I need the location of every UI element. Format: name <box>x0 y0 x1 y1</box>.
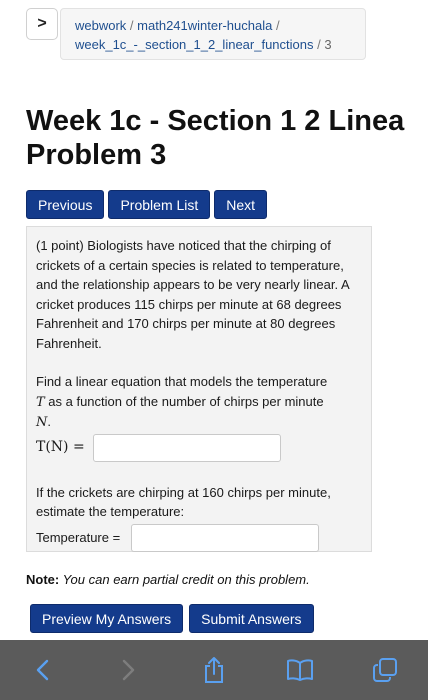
temperature-answer-input[interactable] <box>131 523 319 552</box>
breadcrumb-separator: / <box>129 18 134 33</box>
breadcrumb-separator: / <box>317 37 321 52</box>
previous-button[interactable]: Previous <box>26 190 105 219</box>
math-var-N: N <box>36 415 48 430</box>
page-title-line1: Week 1c - Section 1 2 Linea <box>26 105 405 137</box>
breadcrumb-separator: / <box>275 18 280 33</box>
question-1-text: as a function of the number of chirps pe… <box>44 393 324 409</box>
problem-text-line: (1 point) Biologists have noticed that t… <box>36 238 331 253</box>
answer-actions: Preview My Answers Submit Answers <box>30 604 314 633</box>
breadcrumb: webwork / math241winter-huchala / week_1… <box>60 8 366 60</box>
temperature-answer-row: Temperature = <box>36 523 362 552</box>
problem-text-line: cricket produces 115 chirps per minute a… <box>36 296 342 312</box>
question-2-line: If the crickets are chirping at 160 chir… <box>36 484 331 500</box>
back-icon[interactable] <box>29 656 57 684</box>
forward-icon[interactable] <box>114 656 142 684</box>
breadcrumb-current-problem: 3 <box>324 37 332 52</box>
tn-answer-row: T(N) = <box>36 433 362 462</box>
temperature-label: Temperature = <box>36 529 121 545</box>
browser-toolbar <box>0 640 428 700</box>
question-1-line: N. <box>36 412 362 433</box>
problem-list-button[interactable]: Problem List <box>108 190 211 219</box>
submit-answers-button[interactable]: Submit Answers <box>189 604 314 633</box>
breadcrumb-link-section[interactable]: math241winter-huchala <box>137 18 272 33</box>
partial-credit-note: Note: You can earn partial credit on thi… <box>26 572 310 587</box>
question-1-line: Find a linear equation that models the t… <box>36 374 328 389</box>
tn-answer-input[interactable] <box>93 433 281 462</box>
problem-panel: (1 point) Biologists have noticed that t… <box>26 226 372 552</box>
chevron-right-icon: > <box>37 15 47 32</box>
problem-text-line: and the relationship appears to be very … <box>36 277 350 292</box>
question-1-line: T as a function of the number of chirps … <box>36 392 362 413</box>
breadcrumb-toggle-button[interactable]: > <box>26 8 58 40</box>
problem-text-line: crickets of a certain species is related… <box>36 257 344 273</box>
share-icon[interactable] <box>200 656 228 684</box>
note-label: Note: <box>26 572 60 587</box>
bookmarks-icon[interactable] <box>286 656 314 684</box>
breadcrumb-link-set[interactable]: week_1c_-_section_1_2_linear_functions <box>75 37 314 52</box>
problem-nav: Previous Problem List Next <box>26 190 268 219</box>
breadcrumb-link-course[interactable]: webwork <box>75 18 126 33</box>
preview-answers-button[interactable]: Preview My Answers <box>30 604 184 633</box>
problem-text-line: Fahrenheit. <box>36 335 102 351</box>
webwork-problem-page: > webwork / math241winter-huchala / week… <box>0 0 428 700</box>
period-text: . <box>47 414 51 429</box>
next-button[interactable]: Next <box>214 190 268 219</box>
problem-text-line: Fahrenheit and 170 chirps per minute at … <box>36 316 336 331</box>
page-title: Week 1c - Section 1 2 Linea Problem 3 <box>26 104 404 172</box>
math-var-T: T <box>36 394 45 410</box>
question-2-line: estimate the temperature: <box>36 504 185 519</box>
tabs-icon[interactable] <box>371 656 399 684</box>
tn-answer-label: T(N) = <box>36 438 85 455</box>
note-text: You can earn partial credit on this prob… <box>59 572 310 587</box>
page-title-line2: Problem 3 <box>26 139 167 171</box>
